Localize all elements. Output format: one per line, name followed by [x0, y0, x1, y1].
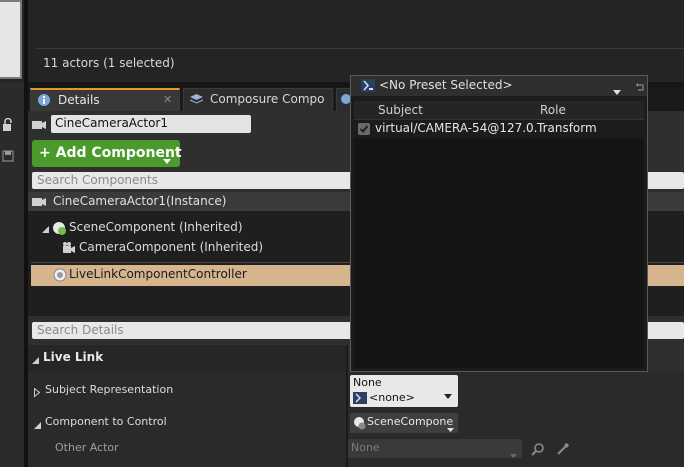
tree-item-label: CameraComponent (Inherited) — [79, 240, 264, 254]
actor-count-label: 11 actors (1 selected) — [43, 56, 175, 70]
actor-icon — [31, 195, 47, 211]
left-toolbar — [0, 82, 24, 467]
property-label: Other Actor — [55, 441, 119, 454]
expand-arrow-icon[interactable] — [34, 386, 41, 400]
info-icon — [37, 93, 51, 110]
subject-dropdown-sub: <none> — [369, 391, 415, 404]
outliner-divider — [37, 48, 684, 49]
subject-role: Transform — [537, 121, 597, 135]
actor-icon — [31, 117, 47, 134]
property-row[interactable]: Component to Control — [34, 415, 334, 431]
tab-label: Composure Compo — [210, 92, 325, 106]
scene-component-icon — [352, 415, 368, 434]
tree-item-label: LiveLinkComponentController — [69, 267, 247, 281]
eyedropper-icon[interactable] — [556, 442, 570, 459]
lock-icon[interactable] — [2, 117, 14, 132]
property-row[interactable]: Subject Representation — [34, 383, 334, 399]
livelink-subject-icon — [353, 392, 367, 407]
collapse-arrow-icon — [32, 354, 40, 368]
add-component-button[interactable]: + Add Component — [32, 140, 182, 168]
collapse-arrow-icon[interactable] — [34, 419, 42, 433]
camera-icon — [60, 240, 76, 259]
tab-composure[interactable]: Composure Compo — [183, 88, 333, 111]
scene-component-icon — [51, 220, 67, 239]
section-title: Live Link — [43, 350, 104, 364]
chevron-down-icon — [447, 421, 454, 435]
subject-dropdown[interactable]: None <none> — [350, 375, 458, 407]
column-role[interactable]: Role — [540, 103, 566, 117]
other-actor-dropdown[interactable]: None — [348, 439, 522, 458]
livelink-section-header[interactable]: Live Link — [28, 345, 348, 371]
tab-details[interactable]: Details ✕ — [30, 88, 180, 111]
save-icon[interactable] — [2, 150, 14, 162]
preset-label: <No Preset Selected> — [379, 78, 513, 92]
chevron-down-icon — [444, 388, 452, 402]
component-dropdown-value: SceneCompone — [367, 415, 454, 428]
actor-name-input[interactable]: CineCameraActor1 — [51, 115, 251, 133]
layers-icon — [189, 93, 204, 108]
property-label: Component to Control — [45, 415, 167, 428]
subject-dropdown-value: None — [353, 376, 382, 389]
add-component-label: + Add Component — [39, 145, 182, 161]
tab-label: Details — [58, 93, 100, 107]
preset-selector[interactable]: <No Preset Selected> — [351, 76, 647, 96]
livelink-icon — [361, 79, 375, 95]
other-actor-value: None — [351, 441, 380, 454]
chevron-down-icon — [613, 84, 621, 98]
subject-row-text: virtual/CAMERA-54@127.0.0.1 Transform — [375, 121, 642, 137]
subject-name: virtual/CAMERA-54@127.0.0.1 — [375, 121, 557, 135]
subject-table-header: Subject Role — [354, 101, 644, 120]
subject-checkbox[interactable] — [358, 123, 370, 135]
viewport-thumbnail — [0, 0, 22, 79]
reset-icon[interactable] — [635, 81, 645, 95]
chevron-down-icon — [510, 447, 517, 461]
subject-list-empty-area — [354, 138, 644, 368]
livelink-icon — [52, 267, 68, 286]
column-subject[interactable]: Subject — [378, 103, 423, 117]
chevron-down-icon — [163, 152, 171, 168]
property-label: Subject Representation — [45, 383, 174, 396]
tree-item-label: SceneComponent (Inherited) — [69, 220, 243, 234]
collapse-arrow-icon[interactable] — [42, 223, 50, 237]
instance-label: CineCameraActor1(Instance) — [53, 194, 227, 208]
search-icon[interactable] — [531, 442, 545, 459]
subject-row[interactable]: virtual/CAMERA-54@127.0.0.1 Transform — [354, 120, 644, 138]
component-to-control-dropdown[interactable]: SceneCompone — [350, 413, 458, 433]
close-icon[interactable]: ✕ — [163, 93, 172, 106]
